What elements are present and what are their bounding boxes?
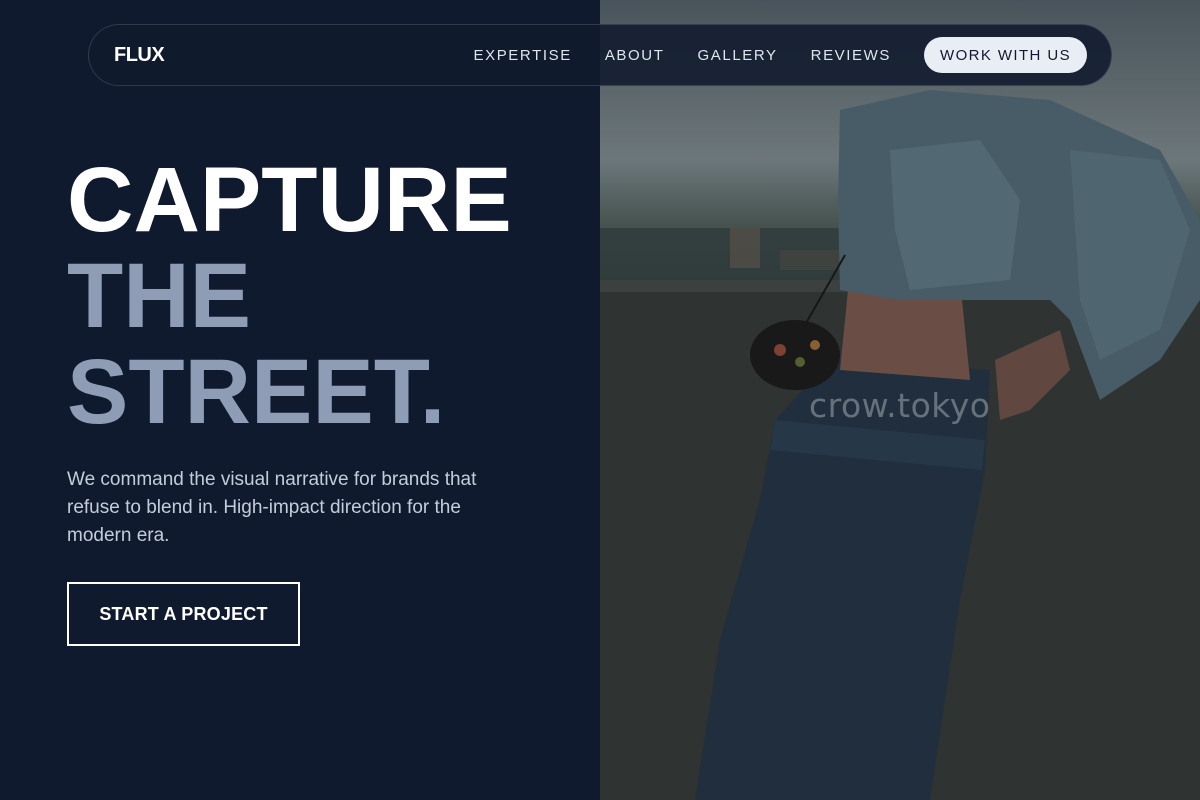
start-project-button[interactable]: START A PROJECT: [67, 582, 300, 646]
headline-line-1: CAPTURE: [67, 149, 512, 251]
headline-line-3: STREET.: [67, 341, 446, 443]
nav-link-about[interactable]: ABOUT: [605, 47, 665, 64]
nav-links: EXPERTISE ABOUT GALLERY REVIEWS WORK WIT…: [473, 37, 1087, 73]
work-with-us-button[interactable]: WORK WITH US: [924, 37, 1087, 73]
top-navigation-bar: FLUX EXPERTISE ABOUT GALLERY REVIEWS WOR…: [88, 24, 1112, 86]
hero-subtitle: We command the visual narrative for bran…: [67, 469, 477, 546]
nav-link-expertise[interactable]: EXPERTISE: [473, 47, 571, 64]
brand-logo[interactable]: FLUX: [114, 44, 165, 67]
photo-watermark: crow.tokyo: [809, 386, 991, 425]
nav-link-reviews[interactable]: REVIEWS: [811, 47, 891, 64]
hero-photo: crow.tokyo: [600, 0, 1200, 800]
nav-link-gallery[interactable]: GALLERY: [698, 47, 778, 64]
headline-line-2: THE: [67, 245, 251, 347]
hero-headline: CAPTURE THE STREET.: [67, 152, 512, 440]
